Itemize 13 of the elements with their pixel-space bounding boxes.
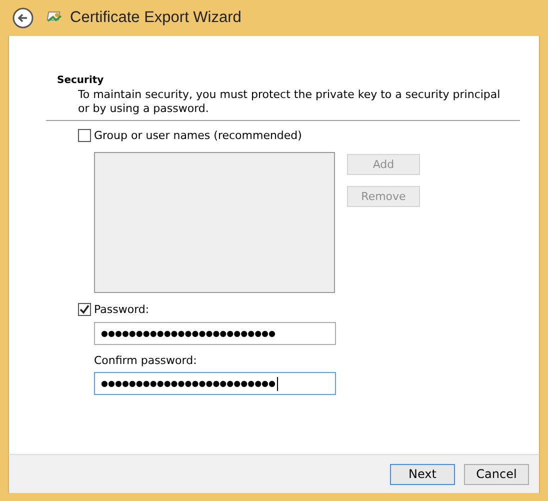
password-field[interactable]: ●●●●●●●●●●●●●●●●●●●●●●●●● xyxy=(94,322,336,345)
section-heading: Security xyxy=(56,75,105,86)
checkbox-label[interactable]: Group or user names (recommended) xyxy=(94,128,302,142)
checkbox[interactable] xyxy=(78,302,91,316)
footer-button[interactable]: Next xyxy=(390,464,455,484)
checkbox[interactable] xyxy=(78,128,91,142)
back-icon[interactable] xyxy=(12,7,34,29)
window-title: Certificate Export Wizard xyxy=(70,9,242,27)
password-field[interactable]: ●●●●●●●●●●●●●●●●●●●●●●●●● xyxy=(94,372,336,395)
checkbox-label[interactable]: Password: xyxy=(94,302,150,316)
section-description: To maintain security, you must protect the private key to a security principal or by using a password. xyxy=(77,88,502,116)
field-label: Confirm password: xyxy=(93,354,198,368)
footer-button[interactable]: Cancel xyxy=(464,464,529,484)
